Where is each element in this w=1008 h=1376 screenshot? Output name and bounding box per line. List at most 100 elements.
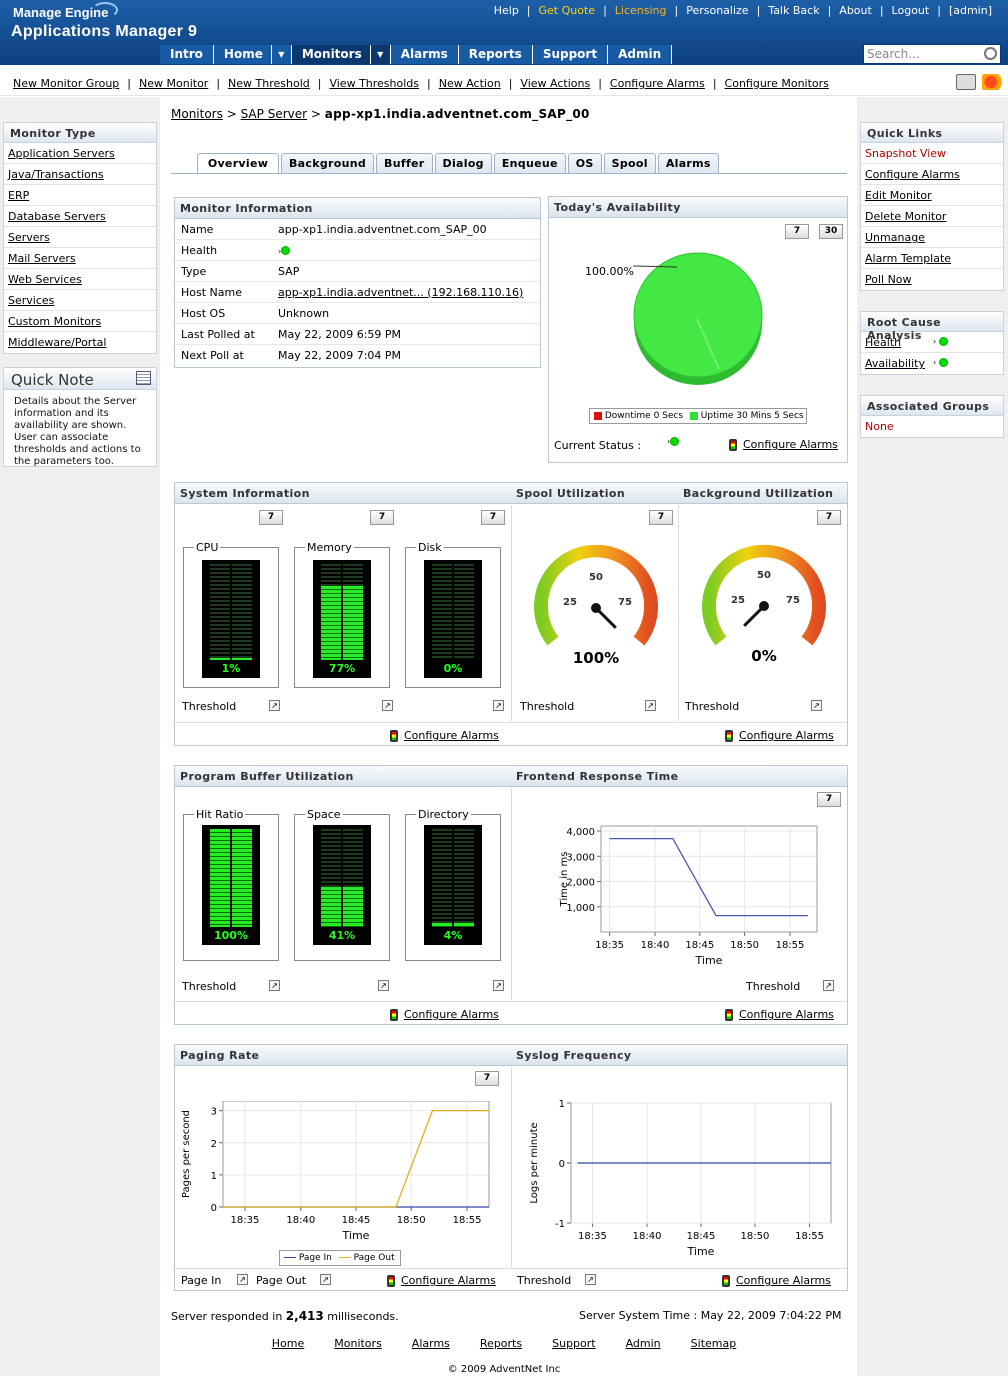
- memory-7-days-button[interactable]: 7: [370, 510, 394, 525]
- footer-sitemap-link[interactable]: Sitemap: [691, 1337, 737, 1350]
- breadcrumb-sap-server[interactable]: SAP Server: [241, 107, 307, 121]
- host-name-link[interactable]: app-xp1.india.adventnet... (192.168.110.…: [278, 286, 523, 299]
- cpu-threshold-link-icon[interactable]: ↗: [269, 700, 280, 711]
- unmanage-link[interactable]: Unmanage: [865, 231, 925, 244]
- page-out-threshold-link-icon[interactable]: ↗: [320, 1274, 331, 1285]
- delete-monitor-link[interactable]: Delete Monitor: [865, 210, 946, 223]
- tab-enqueue[interactable]: Enqueue: [493, 153, 566, 173]
- get-quote-link[interactable]: Get Quote: [531, 4, 604, 17]
- frontend-7-days-button[interactable]: 7: [817, 792, 841, 807]
- monitor-type-middleware[interactable]: Middleware/Portal: [8, 336, 106, 349]
- directory-threshold-link-icon[interactable]: ↗: [493, 980, 504, 991]
- nav-reports[interactable]: Reports: [458, 45, 533, 64]
- edit-monitor-link[interactable]: Edit Monitor: [865, 189, 932, 202]
- hit-ratio-label: Hit Ratio: [194, 808, 246, 821]
- monitor-type-erp[interactable]: ERP: [8, 189, 29, 202]
- hit-ratio-threshold-link-icon[interactable]: ↗: [269, 980, 280, 991]
- snapshot-view-link[interactable]: Snapshot View: [861, 143, 1003, 164]
- view-actions-link[interactable]: View Actions: [520, 77, 590, 90]
- ql-configure-alarms-link[interactable]: Configure Alarms: [865, 168, 960, 181]
- monitor-type-app-servers[interactable]: Application Servers: [8, 147, 115, 160]
- search-icon[interactable]: [984, 47, 997, 60]
- configure-monitors-link[interactable]: Configure Monitors: [725, 77, 829, 90]
- new-monitor-link[interactable]: New Monitor: [139, 77, 208, 90]
- printer-icon[interactable]: [956, 74, 976, 90]
- buffer-configure-alarms[interactable]: Configure Alarms: [390, 1008, 499, 1021]
- new-threshold-link[interactable]: New Threshold: [228, 77, 310, 90]
- nav-alarms[interactable]: Alarms: [390, 45, 459, 64]
- background-7-days-button[interactable]: 7: [817, 510, 841, 525]
- help-link[interactable]: Help: [486, 4, 527, 17]
- nav-intro[interactable]: Intro: [160, 45, 214, 64]
- associated-groups-title: Associated Groups: [861, 396, 1003, 416]
- new-monitor-group-link[interactable]: New Monitor Group: [13, 77, 119, 90]
- tab-buffer[interactable]: Buffer: [376, 153, 433, 173]
- paging-7-days-button[interactable]: 7: [475, 1071, 499, 1086]
- search-input[interactable]: Search...: [863, 44, 1001, 64]
- alarm-template-link[interactable]: Alarm Template: [865, 252, 951, 265]
- personalize-link[interactable]: Personalize: [678, 4, 756, 17]
- configure-alarms-link[interactable]: Configure Alarms: [610, 77, 705, 90]
- disk-7-days-button[interactable]: 7: [481, 510, 505, 525]
- tab-overview[interactable]: Overview: [197, 153, 279, 174]
- monitor-type-database[interactable]: Database Servers: [8, 210, 106, 223]
- space-meter-box: Space 41%: [294, 808, 390, 961]
- poll-now-link[interactable]: Poll Now: [865, 273, 912, 286]
- availability-configure-alarms[interactable]: Configure Alarms: [729, 438, 838, 451]
- tab-alarms[interactable]: Alarms: [657, 153, 719, 173]
- view-thresholds-link[interactable]: View Thresholds: [329, 77, 419, 90]
- memory-threshold-link-icon[interactable]: ↗: [382, 700, 393, 711]
- footer-support-link[interactable]: Support: [552, 1337, 595, 1350]
- frontend-threshold-link-icon[interactable]: ↗: [823, 980, 834, 991]
- gauge-tick-75: 75: [618, 597, 632, 608]
- rca-health-link[interactable]: Health: [865, 336, 901, 349]
- tab-os[interactable]: OS: [567, 153, 602, 173]
- spool-7-days-button[interactable]: 7: [649, 510, 673, 525]
- spool-threshold-link-icon[interactable]: ↗: [645, 700, 656, 711]
- copyright: © 2009 AdventNet Inc: [447, 1364, 561, 1375]
- breadcrumb-monitors[interactable]: Monitors: [171, 107, 223, 121]
- tab-spool[interactable]: Spool: [603, 153, 656, 173]
- licensing-link[interactable]: Licensing: [607, 4, 675, 17]
- footer-home-link[interactable]: Home: [272, 1337, 304, 1350]
- background-threshold-link-icon[interactable]: ↗: [811, 700, 822, 711]
- page-in-threshold-link-icon[interactable]: ↗: [237, 1274, 248, 1285]
- about-link[interactable]: About: [831, 4, 880, 17]
- chevron-down-icon[interactable]: ▼: [270, 45, 291, 64]
- disk-threshold-link-icon[interactable]: ↗: [493, 700, 504, 711]
- monitor-type-value: SAP: [278, 264, 300, 278]
- monitor-type-web-services[interactable]: Web Services: [8, 273, 82, 286]
- logout-link[interactable]: Logout: [884, 4, 938, 17]
- background-configure-alarms[interactable]: Configure Alarms: [725, 729, 834, 742]
- monitor-type-servers[interactable]: Servers: [8, 231, 50, 244]
- monitor-type-services[interactable]: Services: [8, 294, 54, 307]
- space-threshold-link-icon[interactable]: ↗: [378, 980, 389, 991]
- footer-reports-link[interactable]: Reports: [480, 1337, 522, 1350]
- frontend-configure-alarms[interactable]: Configure Alarms: [725, 1008, 834, 1021]
- y-tick-label: 2: [211, 1139, 217, 1150]
- cpu-7-days-button[interactable]: 7: [259, 510, 283, 525]
- footer-monitors-link[interactable]: Monitors: [334, 1337, 382, 1350]
- nav-support[interactable]: Support: [532, 45, 609, 64]
- monitor-type-custom[interactable]: Custom Monitors: [8, 315, 101, 328]
- monitor-type-java[interactable]: Java/Transactions: [8, 168, 104, 181]
- footer-alarms-link[interactable]: Alarms: [412, 1337, 450, 1350]
- talk-back-link[interactable]: Talk Back: [760, 4, 827, 17]
- nav-monitors[interactable]: Monitors ▼: [291, 45, 391, 64]
- new-action-link[interactable]: New Action: [439, 77, 501, 90]
- chevron-down-icon[interactable]: ▼: [369, 45, 390, 64]
- footer-admin-link[interactable]: Admin: [626, 1337, 661, 1350]
- tab-dialog[interactable]: Dialog: [434, 153, 492, 173]
- y-axis-label: Logs per minute: [529, 1122, 540, 1203]
- rca-availability-link[interactable]: Availability: [865, 357, 925, 370]
- syslog-configure-alarms[interactable]: Configure Alarms: [722, 1274, 831, 1287]
- syslog-threshold-link-icon[interactable]: ↗: [585, 1274, 596, 1285]
- nav-admin[interactable]: Admin: [608, 45, 673, 64]
- report-chart-icon[interactable]: [982, 74, 1004, 90]
- system-configure-alarms[interactable]: Configure Alarms: [390, 729, 499, 742]
- nav-home[interactable]: Home ▼: [213, 45, 292, 64]
- legend-uptime-swatch: [689, 411, 698, 420]
- tab-background[interactable]: Background: [281, 153, 375, 173]
- paging-configure-alarms[interactable]: Configure Alarms: [387, 1274, 496, 1287]
- monitor-type-mail[interactable]: Mail Servers: [8, 252, 76, 265]
